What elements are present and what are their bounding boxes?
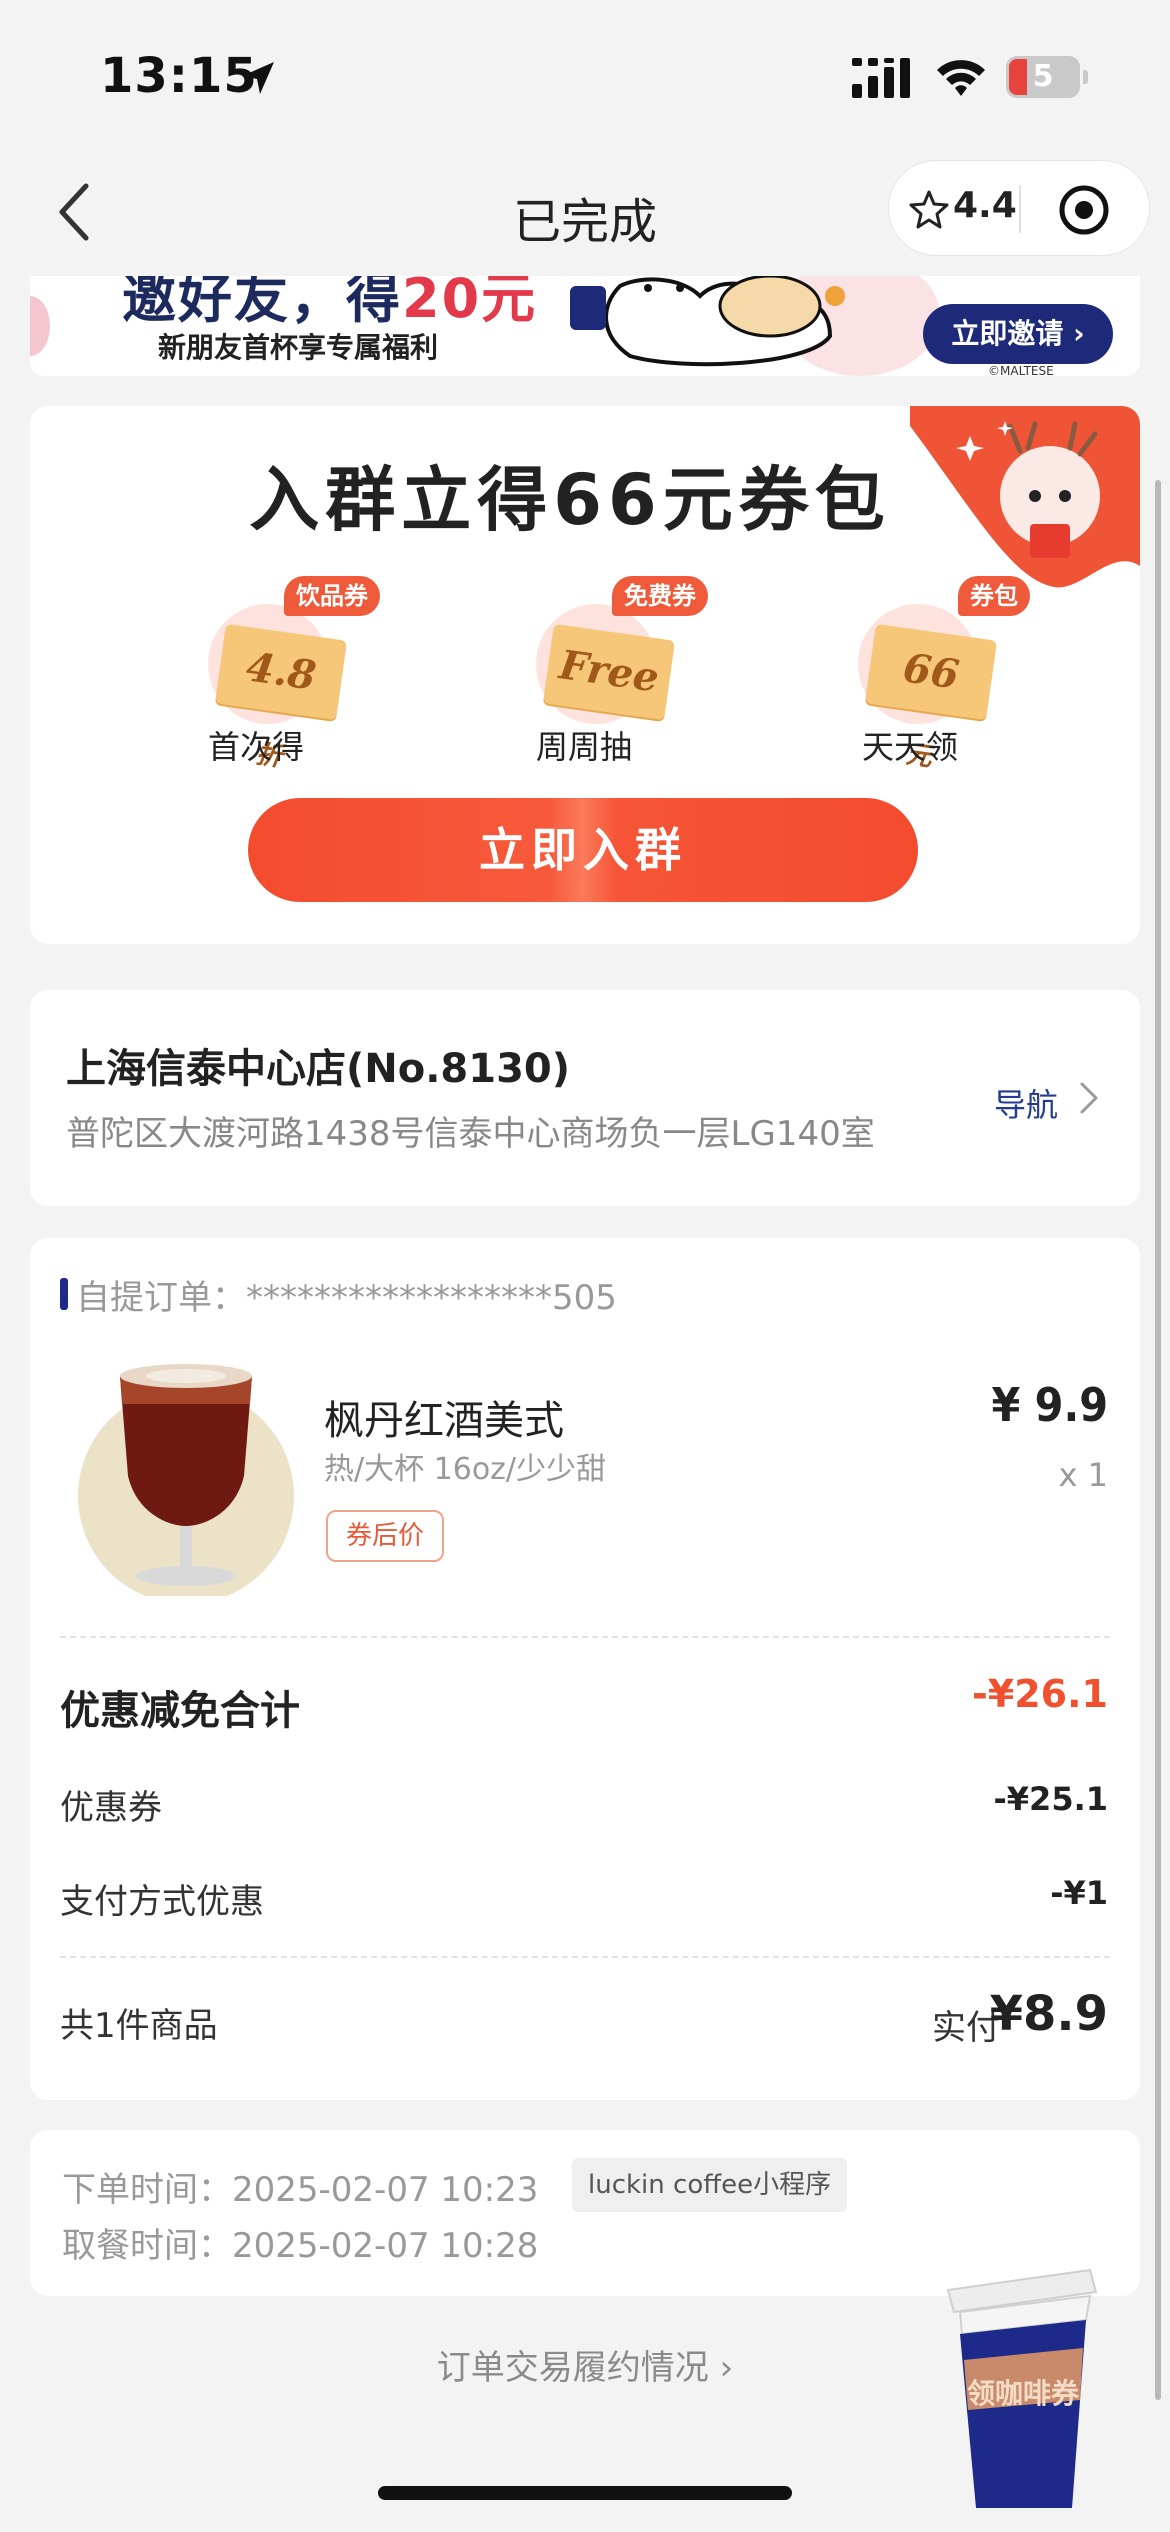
section-marker [60,1278,68,1310]
store-card: 上海信泰中心店(No.8130) 普陀区大渡河路1438号信泰中心商场负一层LG… [30,990,1140,1206]
invite-headline: 邀好友，得20元 [122,276,537,333]
battery-indicator: 5 [1006,56,1088,98]
discount-total-value: -¥26.1 [972,1672,1108,1716]
product-price: ¥ 9.9 [991,1378,1108,1432]
ticket-value: 66 [900,644,962,699]
order-id: 自提订单：******************505 [76,1278,617,1318]
mascot-illustration [570,276,940,376]
ticket-tag: 饮品券 [284,576,380,616]
invite-headline-amount: 20元 [402,276,538,330]
navigate-button[interactable]: 导航 [994,1080,1058,1126]
cellular-signal-icon [852,58,910,98]
scrollbar[interactable] [1155,480,1161,2400]
banner-copyright: ©MALTESE [988,364,1054,376]
decorative-blob [30,296,50,356]
payment-discount-label: 支付方式优惠 [60,1882,264,1922]
divider [60,1956,1110,1958]
star-icon[interactable] [909,189,949,229]
product-quantity: x 1 [1058,1456,1108,1494]
item-count: 共1件商品 [60,2006,218,2046]
store-address: 普陀区大渡河路1438号信泰中心商场负一层LG140室 [66,1114,875,1154]
ticket-stub: Free [543,623,675,721]
wifi-icon [937,60,985,96]
payment-discount-value: -¥1 [1050,1874,1108,1912]
status-time: 13:15 [100,48,258,104]
pickup-time: 取餐时间：2025-02-07 10:28 [62,2226,539,2266]
product-image [78,1364,294,1596]
location-arrow-icon [242,62,274,94]
battery-level: 5 [1032,59,1054,94]
ticket-value: 4.8 [243,643,319,700]
ticket-stub: 66 元 [865,623,997,773]
ticket-stub: 4.8 折 [215,623,347,773]
ticket-label: 周周抽 [535,728,632,766]
product-name: 枫丹红酒美式 [324,1398,564,1444]
coupon-row-label: 优惠券 [60,1788,162,1828]
ticket-drink-coupon: 4.8 折 饮品券 [180,576,380,773]
discount-total-label: 优惠减免合计 [60,1688,300,1734]
join-group-button[interactable]: 立即入群 [248,798,918,902]
paid-amount: ¥8.9 [989,1986,1108,2042]
invite-now-button[interactable]: 立即邀请 › [923,304,1113,364]
store-rating[interactable]: 4.4 [953,185,1017,226]
coupon-price-tag: 券后价 [326,1510,445,1562]
divider [60,1636,1110,1638]
get-coffee-coupon-label[interactable]: 领咖啡券 [948,2372,1098,2412]
deer-mascot-icon [910,406,1140,588]
store-name: 上海信泰中心店(No.8130) [66,1046,571,1092]
invite-now-label: 立即邀请 [951,317,1064,350]
ticket-tag: 券包 [958,576,1030,616]
ticket-label: 天天领 [861,728,958,766]
invite-friends-banner[interactable]: 邀好友，得20元 新朋友首杯享专属福利 立即邀请 › ©MALTESE [30,276,1140,376]
join-group-card: 入群立得66元券包 4.8 折 饮品券 首次得 Free 免费券 周周抽 66 元 … [30,406,1140,944]
capsule-divider [1019,185,1021,233]
miniprogram-capsule: 4.4 [888,160,1150,256]
coupon-row-value: -¥25.1 [993,1780,1109,1818]
ticket-free-coupon: Free 免费券 [508,576,708,746]
product-spec: 热/大杯 16oz/少少甜 [324,1452,607,1487]
chevron-right-icon[interactable] [1076,1078,1102,1118]
ticket-label: 首次得 [207,728,304,766]
home-indicator[interactable] [378,2486,792,2500]
invite-subtitle: 新朋友首杯享专属福利 [158,331,439,364]
order-card: 自提订单：******************505 枫丹红酒美式 热/大杯 1… [30,1238,1140,2100]
ticket-coupon-pack: 66 元 券包 [830,576,1030,773]
order-source-badge: luckin coffee小程序 [572,2158,848,2212]
ticket-value: Free [556,641,662,702]
order-time: 下单时间：2025-02-07 10:23 [62,2170,539,2210]
ticket-tag: 免费券 [612,576,708,616]
invite-headline-text: 邀好友，得 [122,276,402,330]
close-miniprogram-icon[interactable] [1057,183,1111,237]
